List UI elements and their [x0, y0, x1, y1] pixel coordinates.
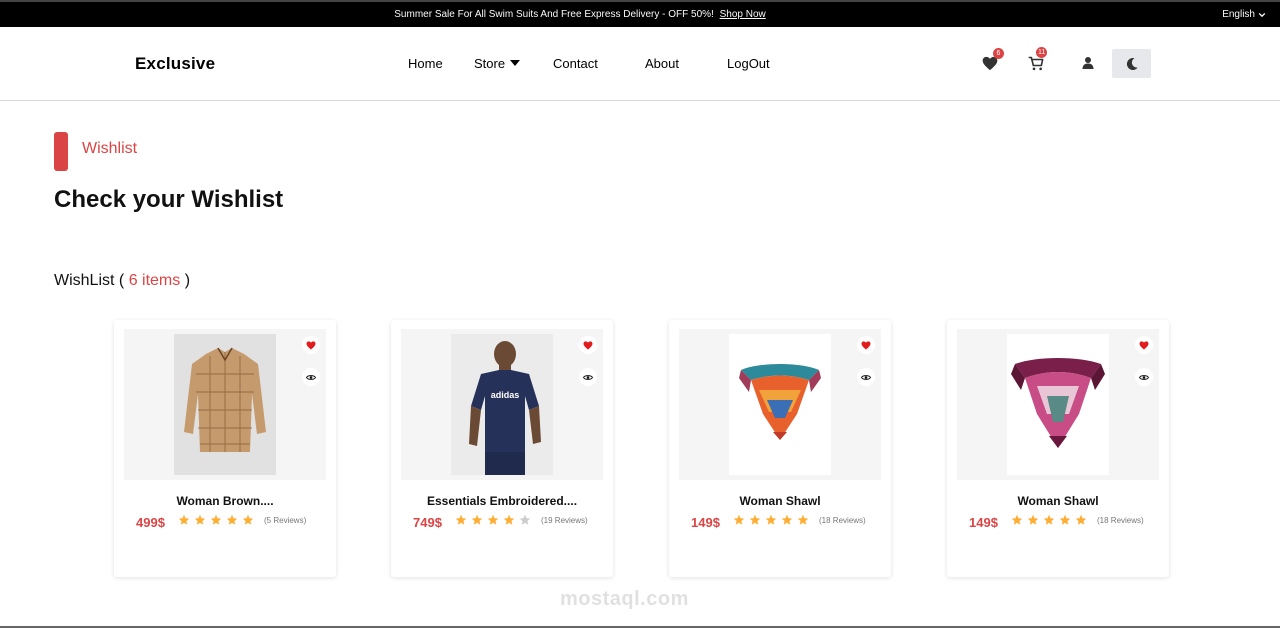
- promo-text: Summer Sale For All Swim Suits And Free …: [394, 9, 714, 20]
- star-icon: [1043, 514, 1055, 525]
- quick-view-button[interactable]: [579, 368, 597, 386]
- cart-count-badge: 11: [1036, 47, 1048, 58]
- star-icon: [226, 514, 238, 525]
- heart-icon: [306, 340, 316, 350]
- promo-bar: Summer Sale For All Swim Suits And Free …: [0, 0, 1280, 27]
- product-price: 749$: [413, 515, 442, 530]
- review-count: (18 Reviews): [819, 516, 866, 525]
- remove-from-wishlist-button[interactable]: [302, 336, 320, 354]
- star-icon: [1059, 514, 1071, 525]
- product-name[interactable]: Woman Shawl: [669, 494, 891, 508]
- product-card[interactable]: Woman Shawl 149$ (18 Reviews): [947, 320, 1169, 577]
- product-image[interactable]: [174, 334, 276, 475]
- eye-icon: [583, 374, 593, 380]
- account-button[interactable]: [1082, 56, 1094, 75]
- product-image-area: [957, 329, 1159, 480]
- product-image[interactable]: adidas: [451, 334, 553, 475]
- product-card[interactable]: adidas Essentials Embroidered.... 749$ (…: [391, 320, 613, 577]
- nav-contact[interactable]: Contact: [553, 56, 598, 71]
- nav-home[interactable]: Home: [408, 56, 443, 71]
- star-icon: [1011, 514, 1023, 525]
- star-icon: [503, 514, 515, 525]
- dark-mode-toggle[interactable]: [1112, 49, 1151, 78]
- heart-icon: [861, 340, 871, 350]
- rating-stars: [733, 514, 809, 526]
- product-price: 499$: [136, 515, 165, 530]
- quick-view-button[interactable]: [857, 368, 875, 386]
- rating-stars: [178, 514, 254, 526]
- heart-icon: [583, 340, 593, 350]
- eye-icon: [1139, 374, 1149, 380]
- user-icon: [1082, 57, 1094, 69]
- product-name[interactable]: Woman Shawl: [947, 494, 1169, 508]
- star-empty-icon: [519, 514, 531, 525]
- nav-about[interactable]: About: [645, 56, 679, 71]
- star-icon: [455, 514, 467, 525]
- star-icon: [194, 514, 206, 525]
- section-accent-bar: [54, 132, 68, 171]
- star-icon: [781, 514, 793, 525]
- star-icon: [797, 514, 809, 525]
- star-icon: [242, 514, 254, 525]
- quick-view-button[interactable]: [302, 368, 320, 386]
- nav-logout[interactable]: LogOut: [727, 56, 770, 71]
- wishlist-count-badge: 6: [993, 48, 1004, 59]
- product-card[interactable]: Woman Shawl 149$ (18 Reviews): [669, 320, 891, 577]
- wishlist-count-heading: WishList ( 6 items ): [54, 272, 191, 289]
- star-icon: [178, 514, 190, 525]
- promo-message: Summer Sale For All Swim Suits And Free …: [0, 9, 1160, 20]
- star-icon: [1075, 514, 1087, 525]
- site-logo[interactable]: Exclusive: [135, 54, 215, 74]
- product-image-area: adidas: [401, 329, 603, 480]
- remove-from-wishlist-button[interactable]: [579, 336, 597, 354]
- rating-stars: [1011, 514, 1087, 526]
- star-icon: [210, 514, 222, 525]
- star-icon: [487, 514, 499, 525]
- product-image[interactable]: [1007, 334, 1109, 475]
- main-header: Exclusive Home Store Contact About LogOu…: [0, 27, 1280, 101]
- chevron-down-icon: [1258, 12, 1266, 17]
- product-image-area: [679, 329, 881, 480]
- caret-down-icon: [510, 60, 521, 66]
- remove-from-wishlist-button[interactable]: [1135, 336, 1153, 354]
- product-image-area: [124, 329, 326, 480]
- product-name[interactable]: Woman Brown....: [114, 494, 336, 508]
- heart-icon: [1139, 340, 1149, 350]
- cart-icon: [1028, 56, 1044, 71]
- product-price: 149$: [969, 515, 998, 530]
- wishlist-item-count: 6 items: [128, 272, 181, 289]
- nav-store[interactable]: Store: [474, 56, 521, 71]
- section-label: Wishlist: [82, 140, 138, 157]
- quick-view-button[interactable]: [1135, 368, 1153, 386]
- page-title: Check your Wishlist: [54, 186, 284, 213]
- star-icon: [733, 514, 745, 525]
- rating-stars: [455, 514, 531, 526]
- review-count: (5 Reviews): [264, 516, 307, 525]
- cart-button[interactable]: 11: [1028, 47, 1048, 76]
- shop-now-link[interactable]: Shop Now: [720, 9, 766, 20]
- review-count: (18 Reviews): [1097, 516, 1144, 525]
- wishlist-button[interactable]: 6: [982, 48, 1004, 76]
- star-icon: [749, 514, 761, 525]
- product-card[interactable]: Woman Brown.... 499$ (5 Reviews): [114, 320, 336, 577]
- watermark-text: mostaql.com: [560, 588, 689, 610]
- review-count: (19 Reviews): [541, 516, 588, 525]
- product-price: 149$: [691, 515, 720, 530]
- remove-from-wishlist-button[interactable]: [857, 336, 875, 354]
- star-icon: [765, 514, 777, 525]
- eye-icon: [306, 374, 316, 380]
- language-select[interactable]: English: [1222, 9, 1266, 20]
- moon-icon: [1126, 57, 1138, 70]
- product-name[interactable]: Essentials Embroidered....: [391, 494, 613, 508]
- star-icon: [1027, 514, 1039, 525]
- language-label: English: [1222, 9, 1255, 20]
- product-image[interactable]: [729, 334, 831, 475]
- svg-text:adidas: adidas: [491, 390, 520, 400]
- star-icon: [471, 514, 483, 525]
- eye-icon: [861, 374, 871, 380]
